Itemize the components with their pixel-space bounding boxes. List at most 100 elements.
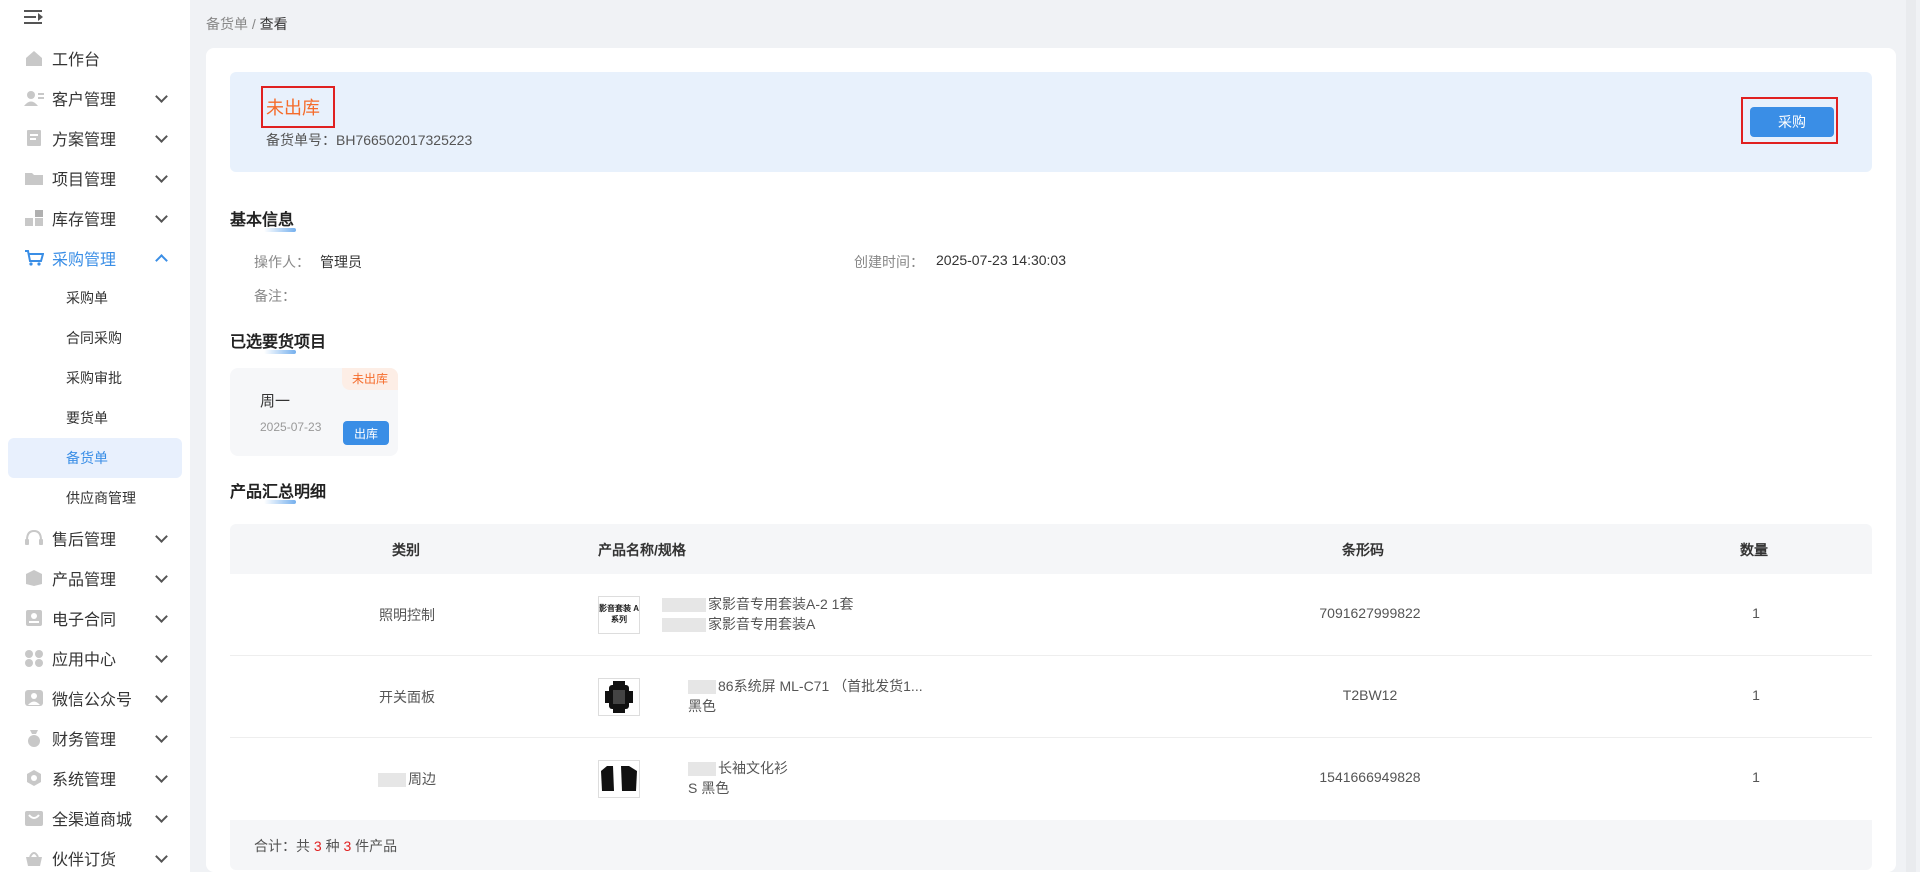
headset-icon xyxy=(24,529,44,547)
main-card: 未出库 备货单号：BH766502017325223 采购 基本信息 操作人： … xyxy=(206,48,1896,872)
document-icon xyxy=(24,129,44,147)
sidebar-item-mall[interactable]: 全渠道商城 xyxy=(0,798,190,838)
chevron-down-icon xyxy=(155,90,168,103)
sidebar-item-inventory[interactable]: 库存管理 xyxy=(0,198,190,238)
remark-label: 备注： xyxy=(254,288,296,304)
sidebar-item-wechat[interactable]: 微信公众号 xyxy=(0,678,190,718)
cell-barcode: 7091627999822 xyxy=(1319,605,1421,621)
chevron-down-icon xyxy=(155,130,168,143)
cell-product-name: 家影音专用套装A-2 1套 家影音专用套装A xyxy=(662,594,853,634)
chevron-down-icon xyxy=(155,650,168,663)
finance-icon xyxy=(24,729,44,747)
sidebar-item-label: 电子合同 xyxy=(52,612,117,629)
chevron-up-icon xyxy=(155,254,168,267)
cell-quantity: 1 xyxy=(1752,769,1760,785)
category-text: 周边 xyxy=(408,771,436,787)
menu-collapse-icon[interactable] xyxy=(24,8,44,26)
sidebar-item-apps[interactable]: 应用中心 xyxy=(0,638,190,678)
table-row: 开关面板 86系统屏 ML-C71 （首批发货1... 黑色 T2BW12 1 xyxy=(230,656,1872,738)
sidebar-item-project[interactable]: 项目管理 xyxy=(0,158,190,198)
status-badge: 未出库 xyxy=(341,368,398,390)
shirt-image xyxy=(601,766,637,791)
sub-item-contract-purchase[interactable]: 合同采购 xyxy=(0,318,190,358)
project-date: 2025-07-23 xyxy=(260,420,322,434)
sidebar-item-product[interactable]: 产品管理 xyxy=(0,558,190,598)
sidebar-item-finance[interactable]: 财务管理 xyxy=(0,718,190,758)
sidebar-item-label: 客户管理 xyxy=(52,92,117,109)
sidebar-item-label: 产品管理 xyxy=(52,572,117,589)
sidebar-item-label: 应用中心 xyxy=(52,652,117,669)
sub-item-purchase-approval[interactable]: 采购审批 xyxy=(0,358,190,398)
chevron-down-icon xyxy=(155,810,168,823)
sidebar-item-label: 库存管理 xyxy=(52,212,117,229)
sidebar: 工作台 客户管理 方案管理 项目管理 库存管理 采购管理 采购单 合同采购 采购… xyxy=(0,0,190,872)
table-footer: 合计：共 3 种 3 件产品 xyxy=(230,820,1872,870)
table-header: 类别 产品名称/规格 条形码 数量 xyxy=(230,524,1872,574)
product-thumbnail xyxy=(598,678,640,716)
chevron-down-icon xyxy=(155,610,168,623)
table-row: 照明控制 影音套装 A系列 家影音专用套装A-2 1套 家影音专用套装A 709… xyxy=(230,574,1872,656)
product-thumbnail: 影音套装 A系列 xyxy=(598,596,640,634)
chevron-down-icon xyxy=(155,530,168,543)
breadcrumb-current: 查看 xyxy=(259,16,288,32)
sidebar-item-label: 工作台 xyxy=(52,52,101,69)
sidebar-item-contract[interactable]: 电子合同 xyxy=(0,598,190,638)
sidebar-item-label: 系统管理 xyxy=(52,772,117,789)
sub-item-purchase-order[interactable]: 采购单 xyxy=(0,278,190,318)
status-banner: 未出库 备货单号：BH766502017325223 采购 xyxy=(230,72,1872,172)
cell-quantity: 1 xyxy=(1752,687,1760,703)
created-time-value: 2025-07-23 14:30:03 xyxy=(936,252,1066,268)
cart-icon xyxy=(24,249,45,267)
redacted-block xyxy=(378,773,406,788)
cell-product-name: 长袖文化衫 S 黑色 xyxy=(688,758,788,798)
sidebar-item-customer[interactable]: 客户管理 xyxy=(0,78,190,118)
sub-item-supplier[interactable]: 供应商管理 xyxy=(0,478,190,518)
chevron-down-icon xyxy=(155,690,168,703)
summary-total: 合计：共 3 种 3 件产品 xyxy=(254,836,397,856)
breadcrumb-separator: / xyxy=(251,16,256,32)
operator-value: 管理员 xyxy=(320,254,362,270)
order-number-value: BH766502017325223 xyxy=(336,132,473,148)
product-summary-table: 类别 产品名称/规格 条形码 数量 照明控制 影音套装 A系列 家影音专用套装A… xyxy=(230,524,1872,870)
table-row: 周边 长袖文化衫 S 黑色 1541666949828 1 xyxy=(230,738,1872,820)
summary-kinds-count: 3 xyxy=(313,838,322,854)
operator-label: 操作人： xyxy=(254,254,310,270)
sidebar-item-aftersales[interactable]: 售后管理 xyxy=(0,518,190,558)
project-card[interactable]: 未出库 周一 2025-07-23 出库 xyxy=(230,368,398,456)
product-name: 长袖文化衫 xyxy=(718,760,788,776)
chevron-down-icon xyxy=(155,850,168,863)
sidebar-item-plan[interactable]: 方案管理 xyxy=(0,118,190,158)
breadcrumb: 备货单 / 查看 xyxy=(206,14,288,34)
sidebar-item-purchase[interactable]: 采购管理 xyxy=(0,238,190,278)
section-title-basic-info: 基本信息 xyxy=(230,206,297,232)
sub-item-stock-order[interactable]: 备货单 xyxy=(8,438,182,478)
folder-icon xyxy=(24,169,44,187)
outbound-button[interactable]: 出库 xyxy=(343,421,389,445)
apps-icon xyxy=(24,649,44,667)
purchase-button[interactable]: 采购 xyxy=(1750,107,1834,137)
sidebar-item-workbench[interactable]: 工作台 xyxy=(0,38,190,78)
product-thumbnail-label: 影音套装 A系列 xyxy=(599,604,639,624)
page-scrollbar[interactable] xyxy=(1906,0,1916,872)
sidebar-item-partner[interactable]: 伙伴订货 xyxy=(0,838,190,872)
sub-item-requisition[interactable]: 要货单 xyxy=(0,398,190,438)
sidebar-item-label: 售后管理 xyxy=(52,532,117,549)
chevron-down-icon xyxy=(155,570,168,583)
cell-quantity: 1 xyxy=(1752,605,1760,621)
created-time-label: 创建时间： xyxy=(854,254,924,270)
product-spec: S 黑色 xyxy=(688,780,730,796)
redacted-block xyxy=(688,680,716,695)
sidebar-item-label: 财务管理 xyxy=(52,732,117,749)
column-header-category: 类别 xyxy=(392,542,420,558)
section-title-product-summary: 产品汇总明细 xyxy=(230,478,326,504)
column-header-barcode: 条形码 xyxy=(1342,542,1384,558)
mall-icon xyxy=(24,809,44,827)
sidebar-item-system[interactable]: 系统管理 xyxy=(0,758,190,798)
panel-image xyxy=(605,681,633,713)
redacted-block xyxy=(662,598,706,613)
cell-category: 开关面板 xyxy=(379,689,435,705)
breadcrumb-parent[interactable]: 备货单 xyxy=(206,16,248,32)
chevron-down-icon xyxy=(155,730,168,743)
cell-barcode: 1541666949828 xyxy=(1319,769,1421,785)
sidebar-item-label: 伙伴订货 xyxy=(52,852,117,869)
